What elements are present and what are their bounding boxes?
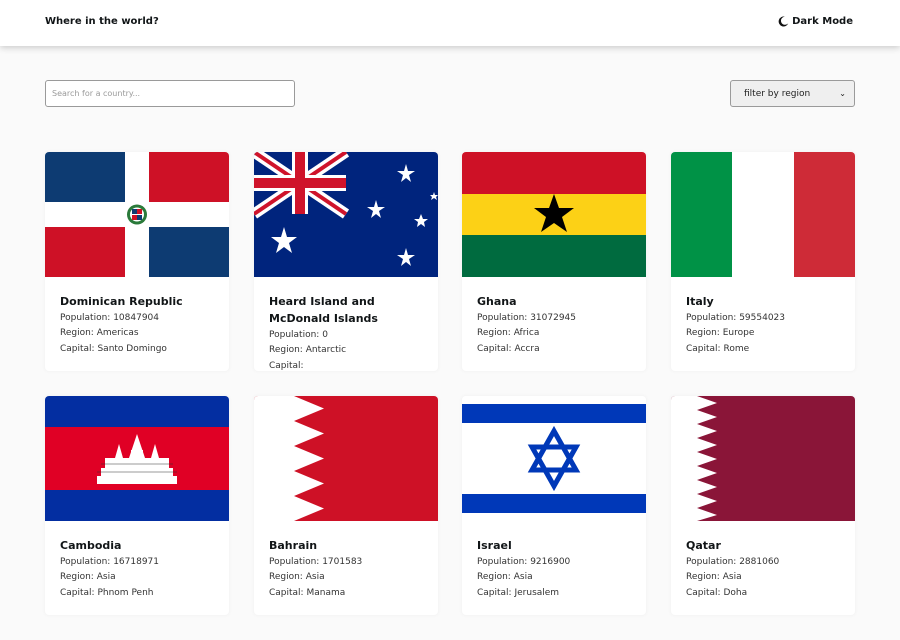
country-region: Region: Africa <box>477 328 540 339</box>
country-capital: Capital: Accra <box>477 343 540 354</box>
country-name: Italy <box>686 295 714 308</box>
country-population: Population: 1701583 <box>269 557 363 567</box>
region-filter-value: filter by region <box>744 88 811 99</box>
app-title: Where in the world? <box>45 16 159 27</box>
country-card[interactable]: Bahrain Population: 1701583 Region: Asia… <box>254 396 438 615</box>
country-name: Dominican Republic <box>60 295 183 308</box>
country-population: Population: 9216900 <box>477 557 571 567</box>
country-card[interactable]: Dominican Republic Population: 10847904 … <box>45 152 229 371</box>
search-input[interactable] <box>45 80 295 107</box>
country-population: Population: 31072945 <box>477 313 577 323</box>
qatar-flag-icon <box>671 396 855 521</box>
country-capital: Capital: Phnom Penh <box>60 587 154 598</box>
dominican-republic-flag-icon <box>45 152 229 277</box>
moon-icon <box>778 16 789 27</box>
country-card[interactable]: Israel Population: 9216900 Region: Asia … <box>462 396 646 615</box>
country-region: Region: Asia <box>269 572 325 583</box>
country-capital: Capital: Jerusalem <box>477 587 560 598</box>
dark-mode-toggle[interactable]: Dark Mode <box>778 16 853 27</box>
country-capital: Capital: Doha <box>686 587 748 598</box>
country-capital: Capital: <box>269 360 304 371</box>
country-region: Region: Americas <box>60 328 139 339</box>
country-population: Population: 2881060 <box>686 557 780 567</box>
country-population: Population: 0 <box>269 330 328 340</box>
country-capital: Capital: Manama <box>269 587 346 598</box>
italy-flag-icon <box>671 152 855 277</box>
israel-flag-icon <box>462 396 646 521</box>
country-name: Cambodia <box>60 539 122 552</box>
country-region: Region: Asia <box>477 572 533 583</box>
country-name: Qatar <box>686 539 721 552</box>
country-region: Region: Europe <box>686 328 755 339</box>
heard-island-flag-icon <box>254 152 438 277</box>
country-population: Population: 16718971 <box>60 557 160 567</box>
country-population: Population: 59554023 <box>686 313 786 323</box>
country-population: Population: 10847904 <box>60 313 160 323</box>
dark-mode-label: Dark Mode <box>792 16 853 27</box>
region-filter-select[interactable]: filter by region ⌄ <box>730 80 855 107</box>
country-card[interactable]: Heard Island and McDonald Islands Popula… <box>254 152 438 371</box>
cambodia-flag-icon <box>45 396 229 521</box>
country-capital: Capital: Rome <box>686 343 750 354</box>
country-card[interactable]: Italy Population: 59554023 Region: Europ… <box>671 152 855 371</box>
bahrain-flag-icon <box>254 396 438 521</box>
country-region: Region: Asia <box>686 572 742 583</box>
country-card[interactable]: Cambodia Population: 16718971 Region: As… <box>45 396 229 615</box>
country-card[interactable]: Ghana Population: 31072945 Region: Afric… <box>462 152 646 371</box>
chevron-down-icon: ⌄ <box>839 89 846 98</box>
country-capital: Capital: Santo Domingo <box>60 343 167 354</box>
country-card[interactable]: Qatar Population: 2881060 Region: Asia C… <box>671 396 855 615</box>
country-name: Ghana <box>477 295 517 308</box>
country-name: Bahrain <box>269 539 318 552</box>
app-header: Where in the world? Dark Mode <box>0 0 900 46</box>
country-name: Heard Island and McDonald Islands <box>269 295 378 325</box>
country-name: Israel <box>477 539 512 552</box>
ghana-flag-icon <box>462 152 646 277</box>
country-region: Region: Antarctic <box>269 345 347 356</box>
country-region: Region: Asia <box>60 572 116 583</box>
